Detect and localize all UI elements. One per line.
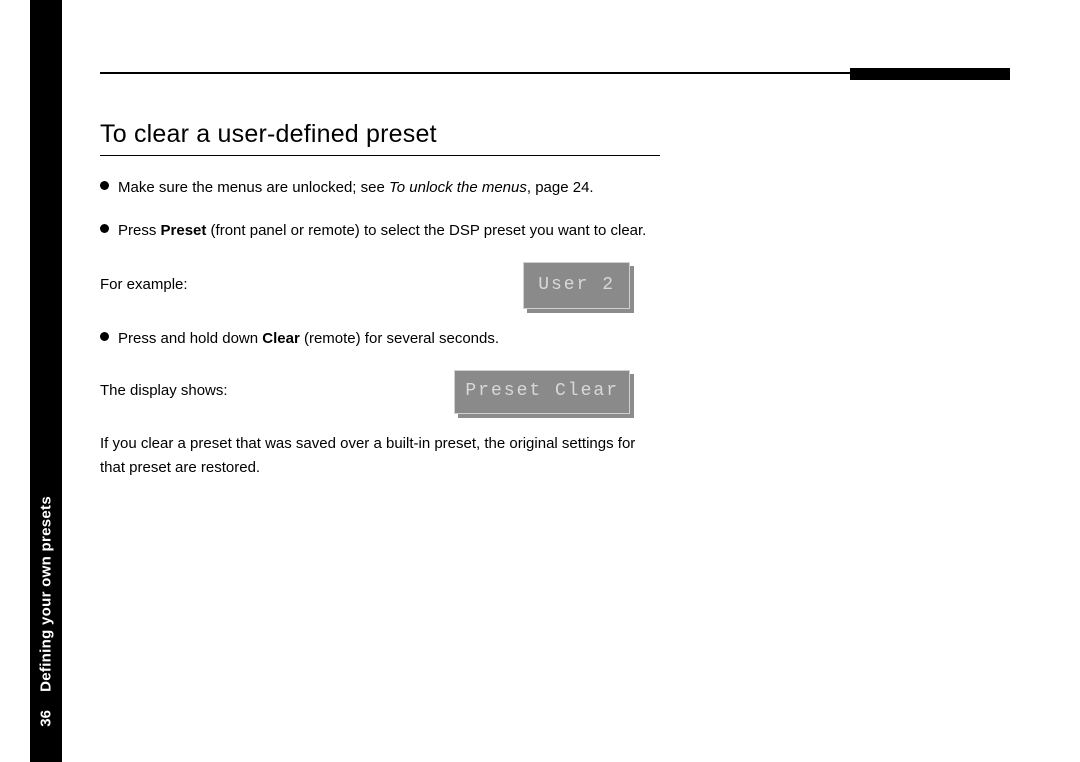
- lcd-display-user: User 2: [523, 262, 630, 310]
- sidebar-bar: Defining your own presets 36: [30, 0, 62, 762]
- manual-page: Defining your own presets 36 To clear a …: [0, 0, 1080, 762]
- page-number: 36: [38, 710, 55, 727]
- display-label: The display shows:: [100, 379, 230, 404]
- display-row: The display shows: Preset Clear: [100, 370, 660, 414]
- top-rule-thick: [850, 68, 1010, 80]
- example-row: For example: User 2: [100, 262, 660, 310]
- bullet-icon: [100, 181, 109, 190]
- body-text: Make sure the menus are unlocked; see To…: [100, 176, 660, 481]
- bullet-text-pre: Press and hold down: [118, 330, 262, 347]
- bullet-item: Press and hold down Clear (remote) for s…: [100, 327, 660, 352]
- bullet-text-pre: Press: [118, 222, 161, 239]
- bullet-icon: [100, 224, 109, 233]
- bullet-item: Make sure the menus are unlocked; see To…: [100, 176, 660, 201]
- lcd-display-preset-clear: Preset Clear: [454, 370, 630, 414]
- bullet-text-post: , page 24.: [527, 179, 594, 196]
- closing-paragraph: If you clear a preset that was saved ove…: [100, 432, 660, 482]
- bullet-text-pre: Make sure the menus are unlocked; see: [118, 179, 389, 196]
- example-label: For example:: [100, 273, 230, 298]
- bullet-text-post: (remote) for several seconds.: [300, 330, 499, 347]
- bullet-text-bold: Preset: [161, 222, 207, 239]
- bullet-icon: [100, 332, 109, 341]
- content-column: To clear a user-defined preset Make sure…: [100, 120, 660, 487]
- bullet-text-italic: To unlock the menus: [389, 179, 527, 196]
- bullet-item: Press Preset (front panel or remote) to …: [100, 219, 660, 244]
- bullet-text-post: (front panel or remote) to select the DS…: [206, 222, 646, 239]
- sidebar-section-title: Defining your own presets: [38, 496, 55, 692]
- bullet-text-bold: Clear: [262, 330, 300, 347]
- section-heading: To clear a user-defined preset: [100, 120, 660, 156]
